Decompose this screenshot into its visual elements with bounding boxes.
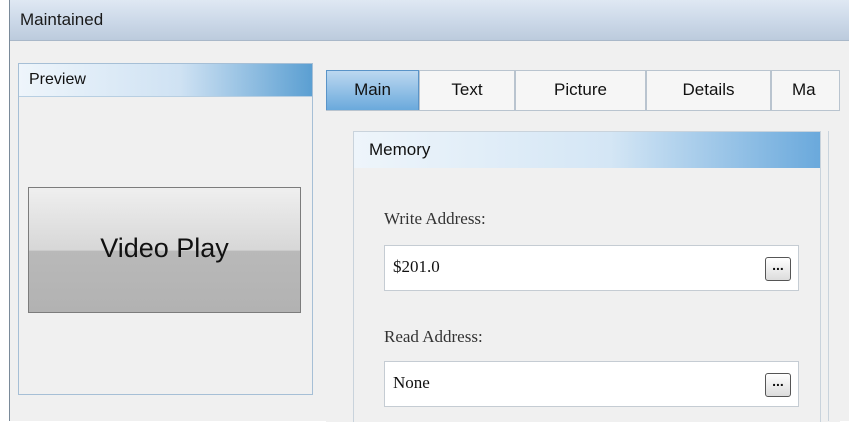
read-address-field: ... xyxy=(384,361,799,407)
write-address-input[interactable] xyxy=(393,257,733,277)
right-group-edge xyxy=(828,131,841,421)
read-address-label: Read Address: xyxy=(384,327,483,346)
memory-group: Memory Write Address: ... Read Address: … xyxy=(353,131,821,422)
tab-strip: Main Text Picture Details Ma xyxy=(326,70,840,110)
preview-title: Preview xyxy=(29,71,86,88)
write-address-label: Write Address: xyxy=(384,209,486,228)
preview-header: Preview xyxy=(19,64,312,97)
write-address-field: ... xyxy=(384,245,799,291)
tab-picture[interactable]: Picture xyxy=(515,70,646,110)
memory-title: Memory xyxy=(369,140,431,159)
tab-ma[interactable]: Ma xyxy=(771,70,840,110)
preview-button-label: Video Play xyxy=(100,233,229,263)
read-address-browse-button[interactable]: ... xyxy=(765,373,791,397)
tab-details[interactable]: Details xyxy=(646,70,771,110)
tab-main[interactable]: Main xyxy=(326,70,419,110)
tab-text[interactable]: Text xyxy=(419,70,515,110)
read-address-input[interactable] xyxy=(393,373,733,393)
write-address-browse-button[interactable]: ... xyxy=(765,257,791,281)
video-play-preview-button[interactable]: Video Play xyxy=(28,187,301,313)
title-bar[interactable]: Maintained xyxy=(10,0,849,41)
window-title: Maintained xyxy=(20,10,104,29)
memory-header: Memory xyxy=(354,132,820,168)
preview-panel: Preview Video Play xyxy=(18,63,313,395)
